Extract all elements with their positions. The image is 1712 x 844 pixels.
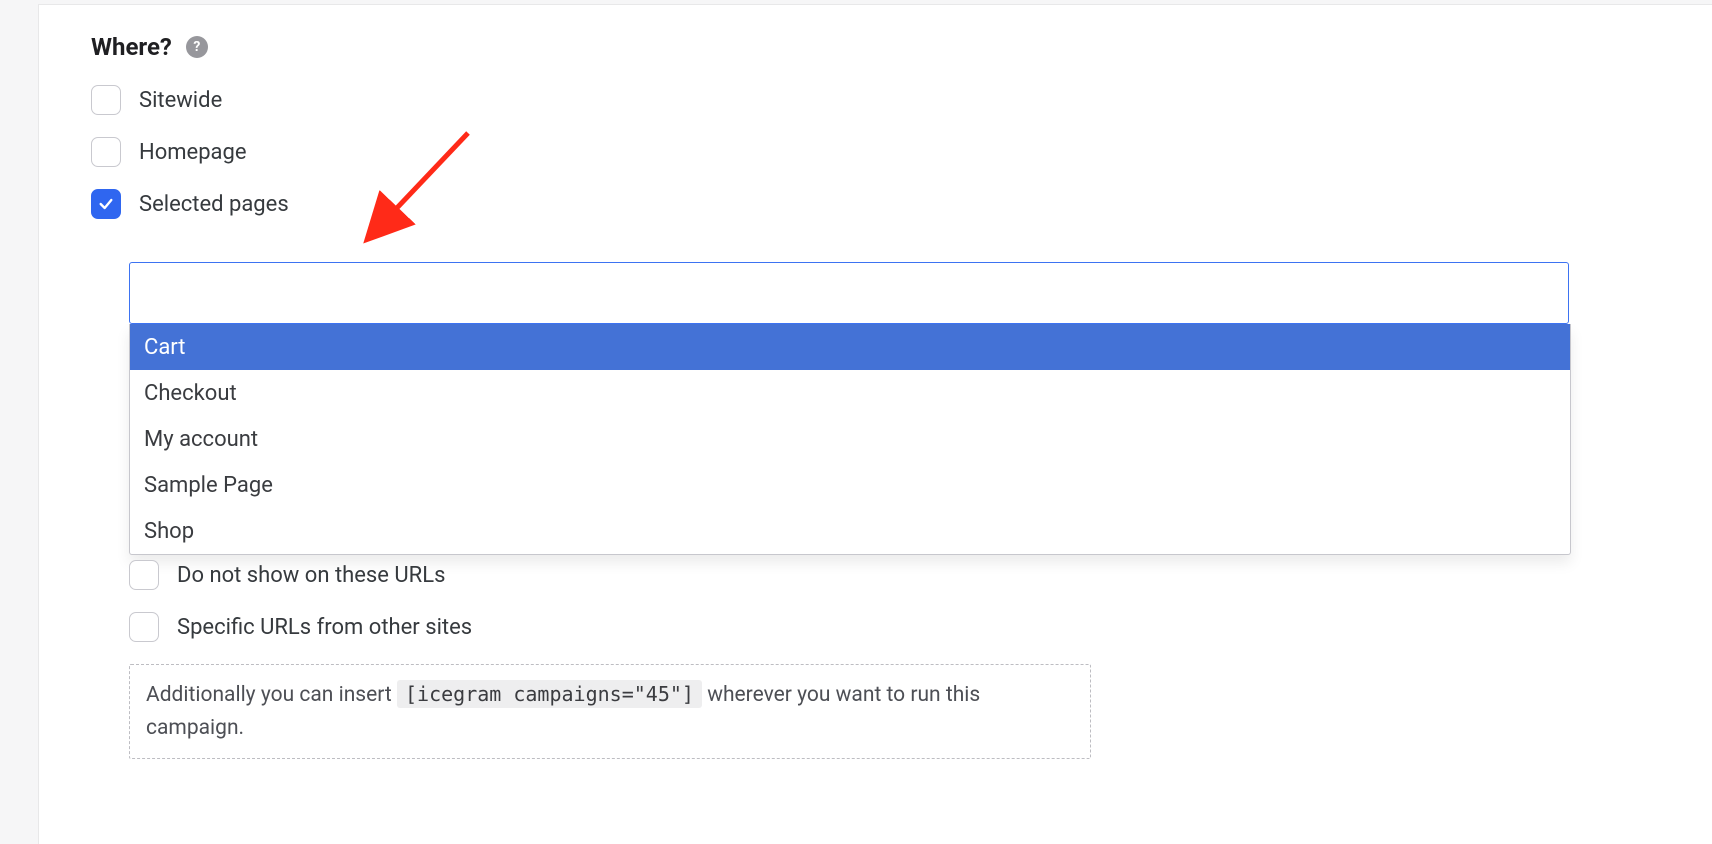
page-option[interactable]: Sample Page: [130, 462, 1570, 508]
additional-options: Do not show on these URLs Specific URLs …: [129, 560, 1652, 759]
page-option[interactable]: My account: [130, 416, 1570, 462]
shortcode-chip: [icegram campaigns="45"]: [397, 680, 702, 708]
page-option-label: Checkout: [144, 381, 237, 406]
page-option[interactable]: Checkout: [130, 370, 1570, 416]
section-header: Where? ?: [91, 33, 1712, 61]
page-select-input[interactable]: [129, 262, 1569, 324]
option-selected-pages-label: Selected pages: [139, 192, 289, 217]
page-option-label: Sample Page: [144, 473, 273, 498]
option-sitewide-label: Sitewide: [139, 88, 222, 113]
page-root: Where? ? Sitewide Homepage Selected page…: [0, 0, 1712, 844]
option-other-sites-label: Specific URLs from other sites: [177, 615, 472, 640]
page-option-label: Shop: [144, 519, 194, 544]
page-option-label: Cart: [144, 335, 185, 360]
page-option[interactable]: Shop: [130, 508, 1570, 554]
option-sitewide[interactable]: Sitewide: [91, 85, 1712, 115]
help-icon[interactable]: ?: [186, 36, 208, 58]
shortcode-hint: Additionally you can insert [icegram cam…: [129, 664, 1091, 759]
page-option-label: My account: [144, 427, 258, 452]
checkbox-sitewide[interactable]: [91, 85, 121, 115]
page-select: Cart Checkout My account Sample Page Sho…: [129, 262, 1569, 555]
section-title: Where?: [91, 33, 172, 61]
option-homepage[interactable]: Homepage: [91, 137, 1712, 167]
checkbox-other-sites[interactable]: [129, 612, 159, 642]
option-exclude-urls[interactable]: Do not show on these URLs: [129, 560, 1652, 590]
option-homepage-label: Homepage: [139, 140, 247, 165]
checkbox-selected-pages[interactable]: [91, 189, 121, 219]
option-exclude-urls-label: Do not show on these URLs: [177, 563, 445, 588]
option-other-sites[interactable]: Specific URLs from other sites: [129, 612, 1652, 642]
hint-pre: Additionally you can insert: [146, 683, 397, 707]
page-select-list: Cart Checkout My account Sample Page Sho…: [129, 324, 1571, 555]
where-panel: Where? ? Sitewide Homepage Selected page…: [38, 4, 1712, 844]
checkbox-homepage[interactable]: [91, 137, 121, 167]
option-selected-pages[interactable]: Selected pages: [91, 189, 1712, 219]
checkbox-exclude-urls[interactable]: [129, 560, 159, 590]
page-option[interactable]: Cart: [130, 324, 1570, 370]
